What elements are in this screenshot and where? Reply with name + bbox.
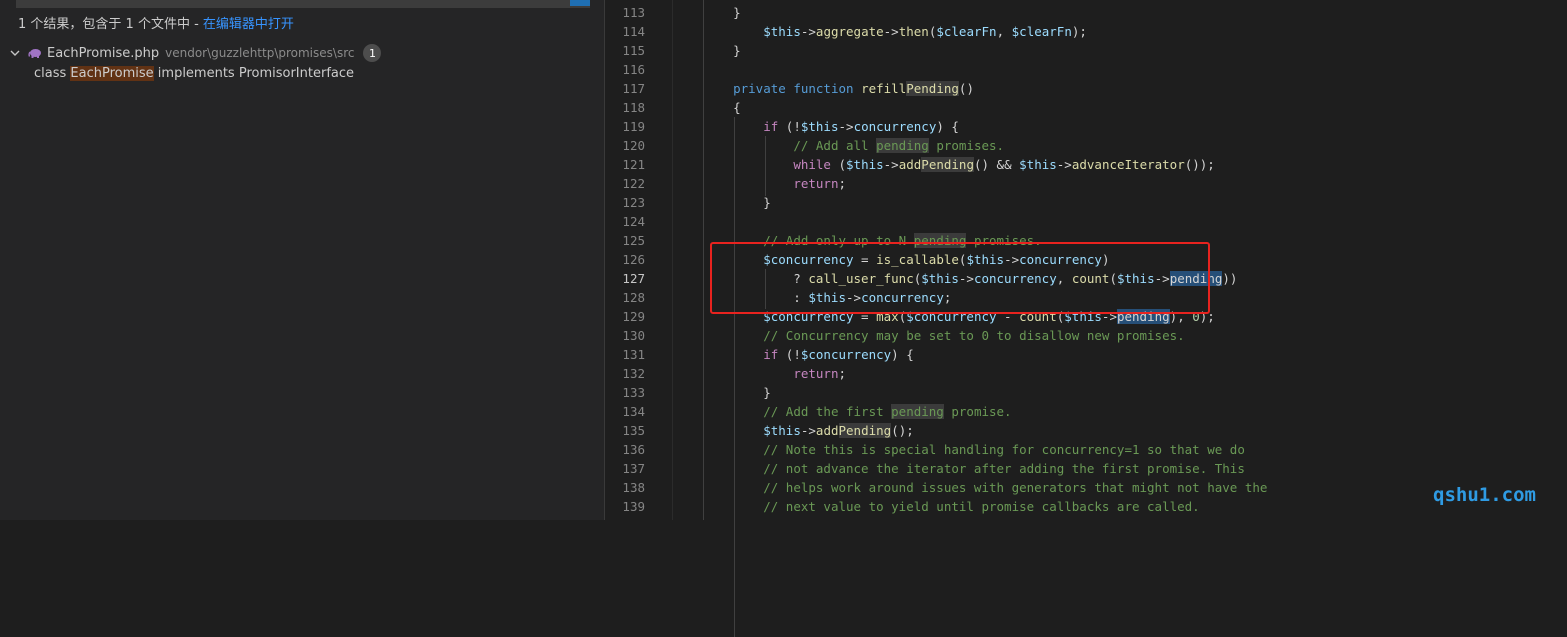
- result-file-name: EachPromise.php: [47, 45, 160, 61]
- code-line[interactable]: }: [703, 41, 741, 60]
- code-line[interactable]: }: [703, 383, 771, 402]
- line-number: 126: [622, 252, 645, 267]
- line-number: 125: [622, 233, 645, 248]
- match-text-after: implements PromisorInterface: [153, 66, 355, 81]
- match-highlight: EachPromise: [70, 66, 154, 81]
- line-number: 122: [622, 176, 645, 191]
- watermark: qshu1.com: [1433, 484, 1536, 506]
- search-options-icon[interactable]: [570, 0, 590, 6]
- code-line[interactable]: {: [703, 98, 741, 117]
- search-summary: 1 个结果，包含于 1 个文件中 - 在编辑器中打开: [18, 13, 294, 32]
- code-line[interactable]: // helps work around issues with generat…: [703, 478, 1267, 497]
- search-match-line[interactable]: class EachPromise implements PromisorInt…: [34, 66, 354, 81]
- code-line[interactable]: private function refillPending(): [703, 79, 974, 98]
- code-line[interactable]: $this->aggregate->then($clearFn, $clearF…: [703, 22, 1087, 41]
- annotation-highlight-box: [710, 242, 1210, 314]
- line-number: 139: [622, 499, 645, 514]
- line-number: 121: [622, 157, 645, 172]
- line-number: 130: [622, 328, 645, 343]
- search-summary-text: 1 个结果，包含于 1 个文件中 -: [18, 17, 203, 32]
- line-number: 138: [622, 480, 645, 495]
- code-line[interactable]: // not advance the iterator after adding…: [703, 459, 1245, 478]
- code-line[interactable]: $this->addPending();: [703, 421, 914, 440]
- code-line[interactable]: // Concurrency may be set to 0 to disall…: [703, 326, 1184, 345]
- line-number: 133: [622, 385, 645, 400]
- match-count-badge: 1: [363, 44, 382, 62]
- code-line[interactable]: return;: [703, 174, 846, 193]
- line-number: 117: [622, 81, 645, 96]
- code-line[interactable]: return;: [703, 364, 846, 383]
- code-line[interactable]: }: [703, 193, 771, 212]
- search-panel: 1 个结果，包含于 1 个文件中 - 在编辑器中打开 EachPromise.p…: [0, 0, 604, 520]
- chevron-down-icon[interactable]: [8, 46, 22, 60]
- code-line[interactable]: // Add the first pending promise.: [703, 402, 1012, 421]
- code-line[interactable]: // next value to yield until promise cal…: [703, 497, 1200, 516]
- line-number: 115: [622, 43, 645, 58]
- line-number: 119: [622, 119, 645, 134]
- match-text-before: class: [34, 66, 71, 81]
- result-file-row[interactable]: EachPromise.php vendor\guzzlehttp\promis…: [0, 42, 604, 64]
- code-line[interactable]: // Add all pending promises.: [703, 136, 1004, 155]
- line-number: 123: [622, 195, 645, 210]
- line-number: 116: [622, 62, 645, 77]
- open-in-editor-link[interactable]: 在编辑器中打开: [203, 17, 294, 32]
- code-line[interactable]: if (!$this->concurrency) {: [703, 117, 959, 136]
- code-line[interactable]: if (!$concurrency) {: [703, 345, 914, 364]
- result-file-path: vendor\guzzlehttp\promises\src: [165, 46, 355, 60]
- code-line[interactable]: // Note this is special handling for con…: [703, 440, 1245, 459]
- line-number: 136: [622, 442, 645, 457]
- code-line[interactable]: while ($this->addPending() && $this->adv…: [703, 155, 1215, 174]
- line-number: 113: [622, 5, 645, 20]
- line-number: 131: [622, 347, 645, 362]
- code-line[interactable]: }: [703, 3, 741, 22]
- search-input[interactable]: [16, 0, 590, 8]
- gutter-separator: [672, 0, 673, 520]
- line-number: 118: [622, 100, 645, 115]
- line-number: 127: [622, 271, 645, 286]
- line-number: 129: [622, 309, 645, 324]
- line-number: 120: [622, 138, 645, 153]
- line-number: 114: [622, 24, 645, 39]
- line-number: 124: [622, 214, 645, 229]
- line-number: 135: [622, 423, 645, 438]
- line-number: 128: [622, 290, 645, 305]
- line-number: 137: [622, 461, 645, 476]
- line-number: 134: [622, 404, 645, 419]
- line-number: 132: [622, 366, 645, 381]
- php-elephant-icon: [28, 49, 41, 58]
